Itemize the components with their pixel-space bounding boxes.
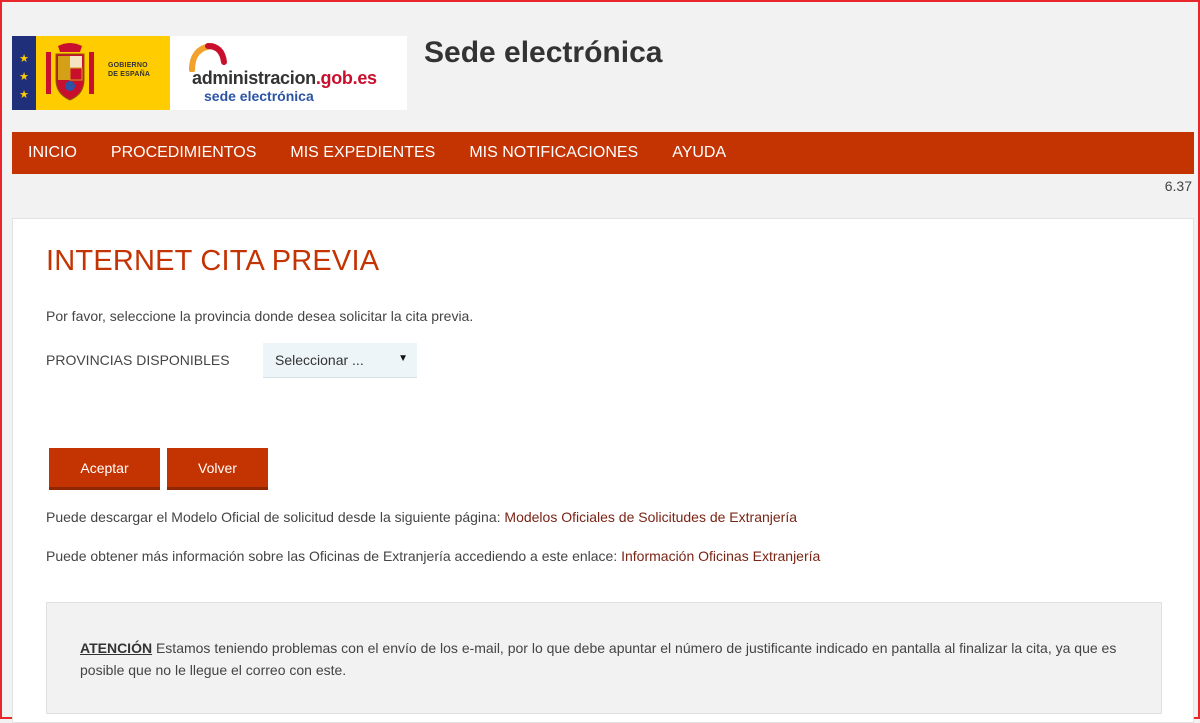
main-nav: INICIO PROCEDIMIENTOS MIS EXPEDIENTES MI… bbox=[12, 132, 1194, 174]
info-oficinas-text: Puede obtener más información sobre las … bbox=[46, 548, 622, 564]
info-oficinas: Puede obtener más información sobre las … bbox=[46, 548, 820, 564]
info-modelos-text: Puede descargar el Modelo Oficial de sol… bbox=[46, 509, 505, 525]
star-icon: ★ ★ ★ bbox=[19, 53, 29, 101]
province-select-value: Seleccionar ... bbox=[275, 352, 364, 368]
nav-item-mis-notificaciones[interactable]: MIS NOTIFICACIONES bbox=[452, 144, 655, 162]
main-content: INTERNET CITA PREVIA Por favor, seleccio… bbox=[12, 218, 1194, 723]
logo-block[interactable]: ★ ★ ★ GOBIERNO DE ESPAÑA administracion.… bbox=[12, 36, 407, 110]
coat-of-arms-icon bbox=[46, 43, 94, 101]
admin-subtitle: sede electrónica bbox=[204, 88, 314, 104]
site-header: ★ ★ ★ GOBIERNO DE ESPAÑA administracion.… bbox=[2, 2, 1198, 130]
intro-text: Por favor, seleccione la provincia donde… bbox=[46, 308, 474, 324]
nav-item-mis-expedientes[interactable]: MIS EXPEDIENTES bbox=[273, 144, 452, 162]
info-modelos: Puede descargar el Modelo Oficial de sol… bbox=[46, 509, 797, 525]
admin-name: administracion.gob.es bbox=[192, 68, 377, 89]
attention-notice: ATENCIÓN Estamos teniendo problemas con … bbox=[46, 602, 1162, 714]
gobierno-text: GOBIERNO DE ESPAÑA bbox=[108, 61, 150, 79]
gobierno-logo: ★ ★ ★ GOBIERNO DE ESPAÑA bbox=[12, 36, 170, 110]
site-title: Sede electrónica bbox=[424, 36, 663, 69]
admin-domain: .gob.es bbox=[315, 68, 377, 88]
version-label: 6.37 bbox=[1164, 178, 1192, 194]
informacion-oficinas-link[interactable]: Información Oficinas Extranjería bbox=[621, 548, 820, 564]
province-select[interactable]: Seleccionar ... ▼ bbox=[263, 343, 417, 378]
gobierno-line1: GOBIERNO bbox=[108, 62, 148, 69]
dropdown-arrow-icon: ▼ bbox=[398, 353, 408, 364]
admin-name-main: administracion bbox=[192, 68, 316, 88]
notice-text: Estamos teniendo problemas con el envío … bbox=[80, 640, 1117, 678]
nav-item-ayuda[interactable]: AYUDA bbox=[655, 144, 743, 162]
nav-item-procedimientos[interactable]: PROCEDIMIENTOS bbox=[94, 144, 274, 162]
administracion-logo: administracion.gob.es sede electrónica bbox=[180, 36, 407, 110]
modelos-oficiales-link[interactable]: Modelos Oficiales de Solicitudes de Extr… bbox=[504, 509, 797, 525]
notice-paragraph: ATENCIÓN Estamos teniendo problemas con … bbox=[80, 637, 1140, 681]
eu-flag-strip: ★ ★ ★ bbox=[12, 36, 36, 110]
nav-item-inicio[interactable]: INICIO bbox=[12, 144, 94, 162]
province-label: PROVINCIAS DISPONIBLES bbox=[46, 352, 230, 368]
accept-button[interactable]: Aceptar bbox=[49, 448, 160, 490]
gobierno-line2: DE ESPAÑA bbox=[108, 71, 151, 78]
page-title: INTERNET CITA PREVIA bbox=[46, 245, 380, 277]
back-button[interactable]: Volver bbox=[167, 448, 268, 490]
notice-label: ATENCIÓN bbox=[80, 640, 153, 656]
